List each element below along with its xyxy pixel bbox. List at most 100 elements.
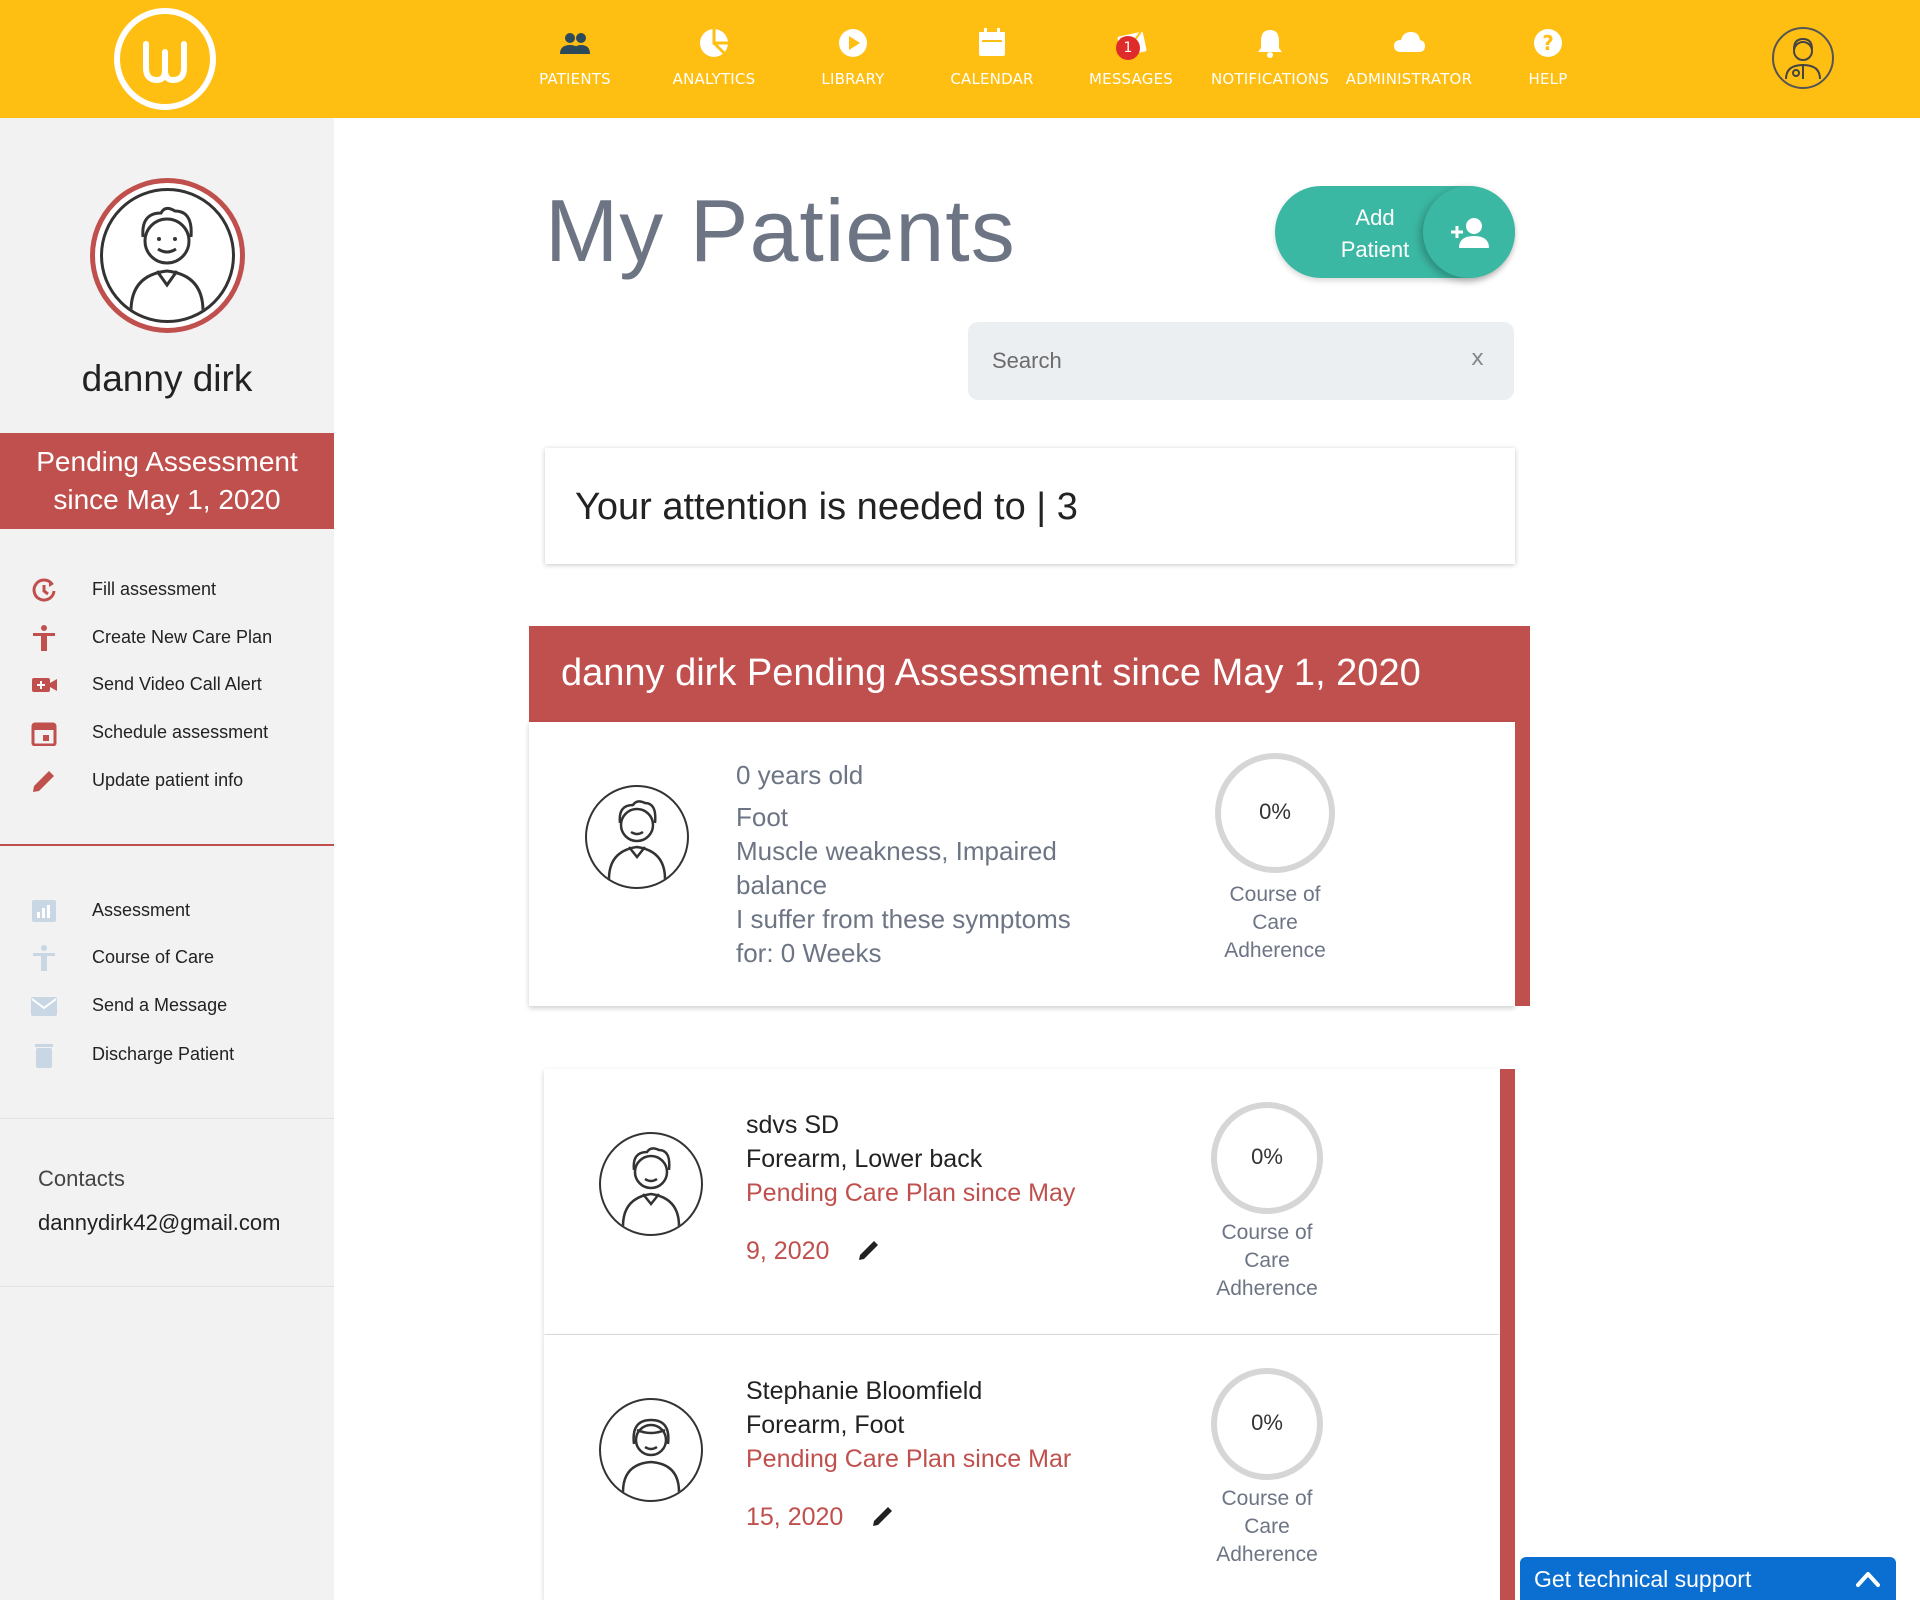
messages-badge: 1 xyxy=(1116,36,1140,60)
edit-pencil-icon[interactable] xyxy=(856,1237,882,1263)
action-discharge-patient[interactable]: Discharge Patient xyxy=(30,1038,330,1070)
status-line-1: Pending Assessment xyxy=(36,446,298,477)
action-label: Fill assessment xyxy=(92,579,217,599)
action-label: Send a Message xyxy=(92,995,228,1015)
action-label: Discharge Patient xyxy=(92,1044,235,1064)
girl-avatar-icon xyxy=(621,1418,681,1493)
technical-support-button[interactable]: Get technical support xyxy=(1520,1557,1896,1600)
nav-patients[interactable]: PATIENTS xyxy=(500,26,650,96)
patients-icon xyxy=(560,33,590,54)
edit-pencil-icon[interactable] xyxy=(870,1503,896,1529)
bar-chart-icon xyxy=(32,900,56,922)
list-item[interactable]: sdvs SD Forearm, Lower back Pending Care… xyxy=(544,1069,1500,1334)
featured-patient-info: 0 years old Foot Muscle weakness, Impair… xyxy=(736,758,1136,970)
nav-administrator[interactable]: ADMINISTRATOR xyxy=(1334,26,1484,96)
patient-sidebar: danny dirk Pending Assessment since May … xyxy=(0,118,334,1600)
contacts-email[interactable]: dannydirk42@gmail.com xyxy=(38,1210,280,1236)
patient-areas: Forearm, Lower back xyxy=(746,1145,983,1173)
add-patient-label-line2: Patient xyxy=(1340,237,1410,262)
add-patient-button[interactable]: Add Patient xyxy=(1275,186,1515,278)
sidebar-divider xyxy=(0,1286,334,1287)
action-label: Send Video Call Alert xyxy=(92,674,262,694)
adherence-progress-ring: 0% xyxy=(1211,1368,1323,1480)
pencil-icon xyxy=(33,771,54,792)
adherence-percent: 0% xyxy=(1251,1144,1283,1169)
nav-analytics[interactable]: ANALYTICS xyxy=(639,26,789,96)
patient-avatar-inner xyxy=(100,188,235,323)
app-logo[interactable] xyxy=(114,8,216,110)
add-patient-label-line1: Add xyxy=(1355,205,1395,230)
patient-symptoms-line2: for: 0 Weeks xyxy=(736,938,882,968)
patient-avatar xyxy=(90,178,245,333)
adherence-label-line3: Adherence xyxy=(1224,939,1326,962)
action-schedule-assessment[interactable]: Schedule assessment xyxy=(30,716,330,748)
adherence-progress-ring: 0% xyxy=(1215,753,1335,873)
nav-label-administrator: ADMINISTRATOR xyxy=(1345,70,1473,88)
chevron-up-icon xyxy=(1856,1572,1880,1587)
adherence-label-line1: Course of xyxy=(1229,883,1321,906)
cloud-icon xyxy=(1394,32,1425,52)
person-icon xyxy=(33,625,55,651)
featured-status-stripe xyxy=(1515,722,1530,1006)
search-clear-button[interactable]: x xyxy=(1471,346,1484,371)
adherence-label-line1: Course of xyxy=(1221,1221,1313,1244)
patient-conditions-line2: balance xyxy=(736,870,828,900)
action-video-call-alert[interactable]: Send Video Call Alert xyxy=(30,668,330,700)
action-send-message[interactable]: Send a Message xyxy=(30,989,330,1021)
user-avatar[interactable] xyxy=(1772,27,1834,89)
adherence-label: Course of Care Adherence xyxy=(1192,1219,1342,1303)
patient-name: danny dirk xyxy=(81,358,253,399)
person-icon xyxy=(33,945,55,971)
library-icon xyxy=(839,29,867,57)
patient-avatar xyxy=(599,1398,703,1502)
nav-messages[interactable]: 1 MESSAGES xyxy=(1056,26,1206,96)
adherence-percent: 0% xyxy=(1251,1410,1283,1435)
action-label: Update patient info xyxy=(92,770,244,790)
nav-label-calendar: CALENDAR xyxy=(950,70,1034,88)
adherence-label: Course of Care Adherence xyxy=(1200,881,1350,965)
patient-area: Foot xyxy=(736,802,789,832)
nav-library[interactable]: LIBRARY xyxy=(778,26,928,96)
list-item[interactable]: Stephanie Bloomfield Forearm, Foot Pendi… xyxy=(544,1335,1500,1600)
nav-label-notifications: NOTIFICATIONS xyxy=(1211,70,1329,88)
action-assessment[interactable]: Assessment xyxy=(30,894,330,926)
help-icon: ? xyxy=(1534,29,1562,57)
adherence-label: Course of Care Adherence xyxy=(1192,1485,1342,1569)
patient-name: Stephanie Bloomfield xyxy=(746,1377,983,1405)
nav-calendar[interactable]: CALENDAR xyxy=(917,26,1067,96)
action-fill-assessment[interactable]: Fill assessment xyxy=(30,573,330,605)
patient-list: sdvs SD Forearm, Lower back Pending Care… xyxy=(544,1069,1515,1600)
nav-label-help: HELP xyxy=(1528,70,1568,88)
featured-patient-card[interactable]: danny dirk Pending Assessment since May … xyxy=(529,626,1530,1006)
status-line-2: since May 1, 2020 xyxy=(53,484,281,515)
action-label: Assessment xyxy=(92,900,191,920)
add-person-icon xyxy=(1451,218,1489,248)
action-label: Schedule assessment xyxy=(92,722,269,742)
add-patient-circle xyxy=(1423,186,1515,278)
featured-patient-title: danny dirk Pending Assessment since May … xyxy=(561,652,1421,694)
nav-label-library: LIBRARY xyxy=(821,70,885,88)
nav-notifications[interactable]: NOTIFICATIONS xyxy=(1195,26,1345,96)
video-call-icon xyxy=(32,678,57,692)
patient-status-line2: 15, 2020 xyxy=(746,1503,844,1531)
boy-avatar-icon xyxy=(129,206,205,312)
patient-symptoms-line1: I suffer from these symptoms xyxy=(736,904,1071,934)
action-course-of-care[interactable]: Course of Care xyxy=(30,941,330,973)
patient-status-line1: Pending Care Plan since May xyxy=(746,1179,1076,1207)
action-create-care-plan[interactable]: Create New Care Plan xyxy=(30,621,330,653)
nav-help[interactable]: ? HELP xyxy=(1473,26,1623,96)
nav-label-patients: PATIENTS xyxy=(539,70,611,88)
adherence-label-line2: Care xyxy=(1244,1515,1290,1538)
patient-name: sdvs SD xyxy=(746,1111,840,1139)
patient-avatar xyxy=(585,785,689,889)
logo-w-icon xyxy=(143,41,187,83)
analytics-icon xyxy=(700,29,728,57)
svg-text:?: ? xyxy=(1542,31,1554,55)
doctor-avatar-icon xyxy=(1785,37,1821,80)
action-update-patient-info[interactable]: Update patient info xyxy=(30,764,330,796)
contacts-label: Contacts xyxy=(38,1166,125,1191)
search-input[interactable] xyxy=(992,342,1432,380)
adherence-label-line3: Adherence xyxy=(1216,1543,1318,1566)
nav-label-analytics: ANALYTICS xyxy=(672,70,756,88)
list-status-stripe xyxy=(1500,1069,1515,1600)
